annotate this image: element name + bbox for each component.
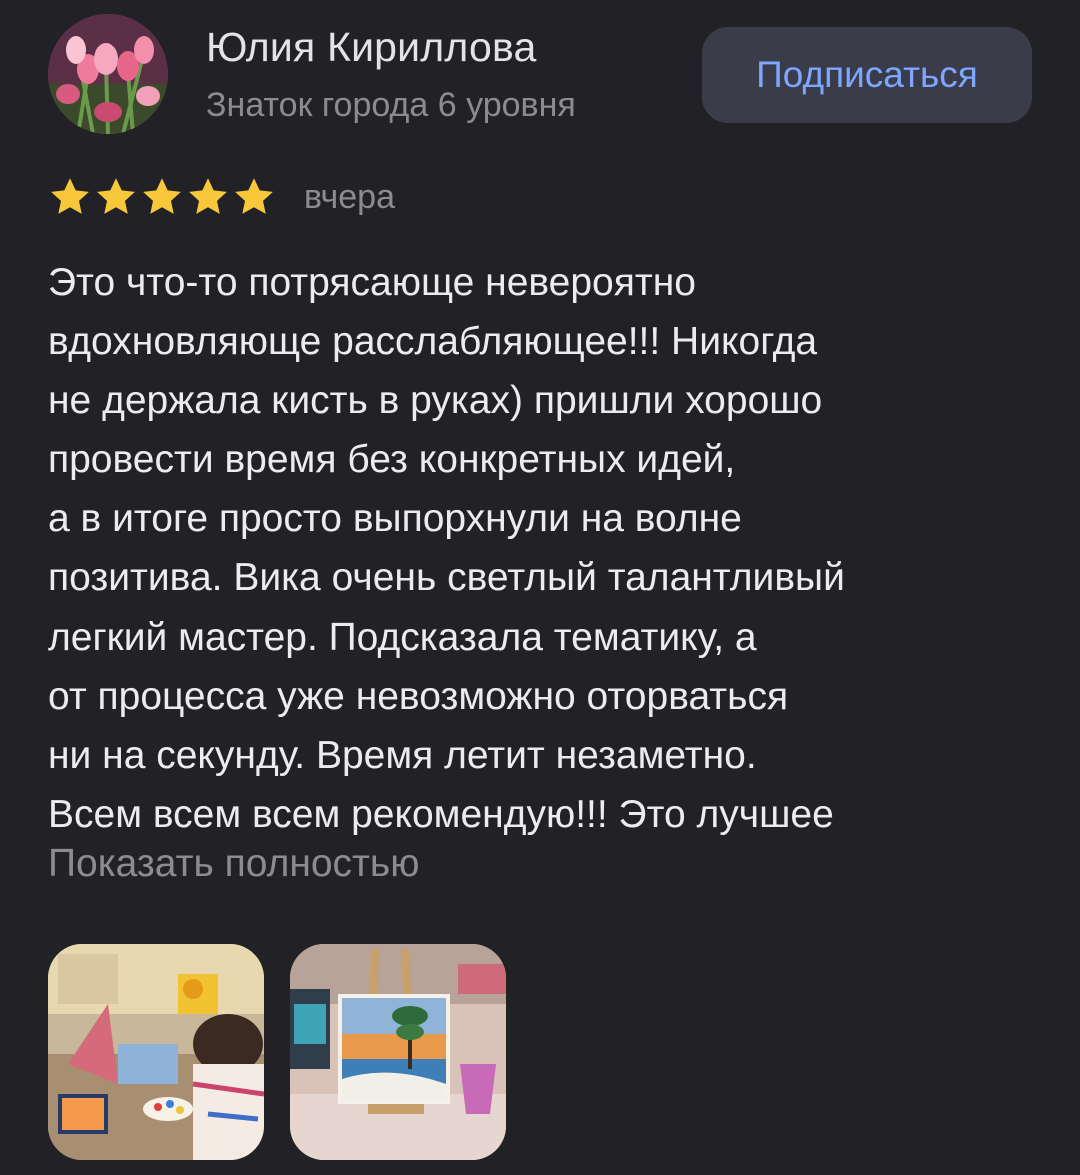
star-icon	[143, 178, 181, 214]
review-line: Всем всем всем рекомендую!!! Это лучшее	[48, 792, 834, 836]
review-line: ни на секунду. Время летит незаметно.	[48, 733, 757, 777]
star-icon	[51, 178, 89, 214]
review-line: а в итоге просто выпорхнули на волне	[48, 497, 742, 541]
review-header: Юлия Кириллова Знаток города 6 уровня По…	[48, 14, 1032, 136]
review-photo-1[interactable]	[48, 944, 264, 1160]
review-card: Юлия Кириллова Знаток города 6 уровня По…	[0, 0, 1080, 1175]
review-line: легкий мастер. Подсказала тематику, а	[48, 615, 757, 659]
subscribe-button[interactable]: Подписаться	[702, 27, 1032, 123]
review-line: не держала кисть в руках) пришли хорошо	[48, 379, 823, 423]
review-line: провести время без конкретных идей,	[48, 438, 736, 482]
tulips-avatar-image	[48, 14, 168, 134]
review-photos	[48, 944, 506, 1160]
author-level: Знаток города 6 уровня	[206, 86, 576, 124]
show-more-link[interactable]: Показать полностью	[48, 842, 420, 886]
review-line: Это что-то потрясающе невероятно	[48, 261, 696, 304]
review-photo-2[interactable]	[290, 944, 506, 1160]
rating-stars	[48, 175, 276, 219]
review-line: от процесса уже невозможно оторваться	[48, 674, 789, 718]
rating-row: вчера	[48, 172, 395, 222]
author-avatar[interactable]	[48, 14, 168, 134]
easel-painting-photo	[290, 944, 506, 1160]
star-icon	[235, 178, 273, 214]
author-name[interactable]: Юлия Кириллова	[206, 24, 537, 71]
star-icon	[97, 178, 135, 214]
review-date: вчера	[304, 177, 395, 216]
star-icon	[189, 178, 227, 214]
review-text: Это что-то потрясающе невероятно вдохнов…	[48, 253, 1038, 844]
review-line: вдохновляюще расслабляющее!!! Никогда	[48, 320, 818, 364]
review-line: позитива. Вика очень светлый талантливый	[48, 556, 845, 600]
painting-class-photo	[48, 944, 264, 1160]
